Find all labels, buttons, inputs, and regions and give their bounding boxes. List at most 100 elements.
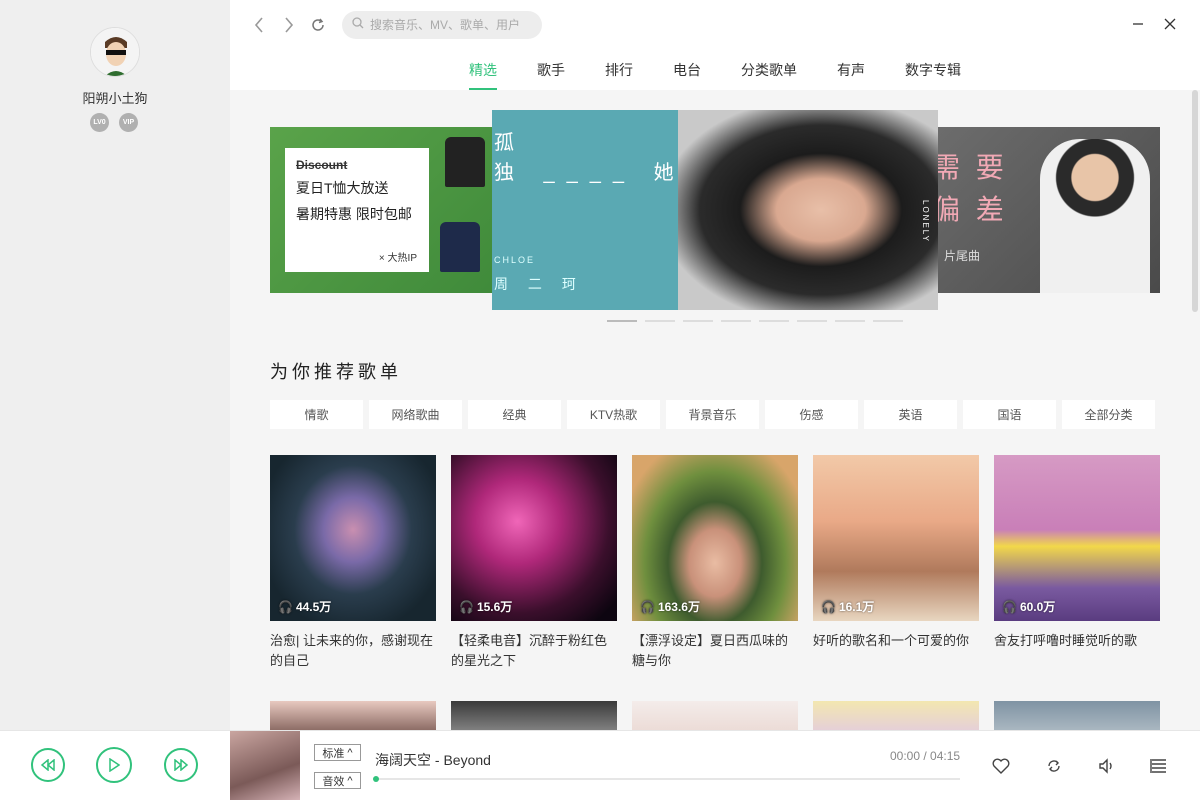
search-input[interactable] <box>370 18 530 32</box>
playlist-title[interactable]: 【漂浮设定】夏日西瓜味的糖与你 <box>632 631 798 671</box>
banner-center-photo <box>678 110 938 310</box>
playlist-cover[interactable]: 🎧 16.1万 <box>813 455 979 621</box>
playlist-cover[interactable] <box>813 701 979 730</box>
banner-center-artist: 周 二 珂 <box>494 276 584 292</box>
level-badge[interactable]: LV0 <box>90 113 109 132</box>
tab-charts[interactable]: 排行 <box>585 60 653 90</box>
carousel-dot[interactable] <box>607 320 637 322</box>
tab-singers[interactable]: 歌手 <box>517 60 585 90</box>
banner-card: Discount 夏日T恤大放送 暑期特惠 限时包邮 × 大热IP <box>285 148 429 272</box>
tab-featured[interactable]: 精选 <box>449 60 517 90</box>
play-count: 🎧 16.1万 <box>821 598 874 615</box>
playlist-cover[interactable] <box>270 701 436 730</box>
playlist-title[interactable]: 舍友打呼噜时睡觉听的歌 <box>994 631 1160 651</box>
playlist-grid-row-2 <box>270 701 1160 730</box>
category-mandarin[interactable]: 国语 <box>963 400 1056 429</box>
main-scrollbar[interactable] <box>1192 90 1198 312</box>
user-name[interactable]: 阳朔小土狗 <box>0 88 230 107</box>
banner-carousel[interactable]: Discount 夏日T恤大放送 暑期特惠 限时包邮 × 大热IP 需 要 偏 … <box>270 110 1160 322</box>
previous-icon <box>40 759 55 771</box>
play-count-value: 15.6万 <box>476 600 513 614</box>
song-time: 00:00 / 04:15 <box>890 749 961 763</box>
carousel-dot[interactable] <box>797 320 827 322</box>
player-bar: 标准 ^ 音效 ^ 海阔天空 - Beyond 00:00 / 04:15 <box>0 730 1200 800</box>
playlist-card[interactable]: 🎧 16.1万 好听的歌名和一个可爱的你 <box>813 455 979 671</box>
playlist-card[interactable]: 🎧 163.6万 【漂浮设定】夏日西瓜味的糖与你 <box>632 455 798 671</box>
headphones-icon: 🎧 <box>1002 599 1017 614</box>
playlist-cover[interactable]: 🎧 60.0万 <box>994 455 1160 621</box>
banner-right-title: 需 要 偏 差 <box>932 147 1008 231</box>
carousel-dot[interactable] <box>721 320 751 322</box>
user-avatar[interactable] <box>90 27 140 77</box>
carousel-dots <box>607 320 903 322</box>
playlist-title[interactable]: 【轻柔电音】沉醉于粉红色的星光之下 <box>451 631 617 671</box>
category-love-songs[interactable]: 情歌 <box>270 400 363 429</box>
play-count: 🎧 163.6万 <box>640 598 700 615</box>
playlist-title[interactable]: 治愈| 让未来的你，感谢现在的自己 <box>270 631 436 671</box>
progress-bar[interactable] <box>373 776 960 782</box>
quality-label: 标准 <box>322 747 345 760</box>
carousel-dot[interactable] <box>873 320 903 322</box>
category-internet-songs[interactable]: 网络歌曲 <box>369 400 462 429</box>
volume-icon[interactable] <box>1095 755 1117 777</box>
play-count: 🎧 60.0万 <box>1002 598 1055 615</box>
playlist-queue-icon[interactable] <box>1148 755 1170 777</box>
banner-right-title-1: 需 要 <box>932 152 1008 183</box>
quality-button[interactable]: 标准 ^ <box>314 744 361 761</box>
banner-right-title-2: 偏 差 <box>932 194 1008 225</box>
playlist-cover[interactable]: 🎧 15.6万 <box>451 455 617 621</box>
tab-categories[interactable]: 分类歌单 <box>721 60 817 90</box>
playlist-card[interactable]: 🎧 60.0万 舍友打呼噜时睡觉听的歌 <box>994 455 1160 671</box>
banner-slide-center[interactable]: 孤 独 ____ 她 呀 CHLOE 周 二 珂 LONELY <box>492 110 938 310</box>
minimize-icon[interactable] <box>1128 14 1148 34</box>
tab-radio[interactable]: 电台 <box>653 60 721 90</box>
playlist-title[interactable]: 好听的歌名和一个可爱的你 <box>813 631 979 651</box>
carousel-dot[interactable] <box>759 320 789 322</box>
back-icon[interactable] <box>248 14 270 36</box>
category-ktv[interactable]: KTV热歌 <box>567 400 660 429</box>
progress-handle[interactable] <box>373 776 379 782</box>
close-icon[interactable] <box>1160 14 1180 34</box>
next-button[interactable] <box>164 748 198 782</box>
headphones-icon: 🎧 <box>640 599 655 614</box>
carousel-dot[interactable] <box>645 320 675 322</box>
tab-audio[interactable]: 有声 <box>817 60 885 90</box>
section-title: 为你推荐歌单 <box>270 362 402 382</box>
category-sad[interactable]: 伤感 <box>765 400 858 429</box>
chevron-up-icon: ^ <box>347 774 353 787</box>
playlist-card[interactable]: 🎧 44.5万 治愈| 让未来的你，感谢现在的自己 <box>270 455 436 671</box>
playlist-cover[interactable] <box>994 701 1160 730</box>
favorite-icon[interactable] <box>990 755 1012 777</box>
category-english[interactable]: 英语 <box>864 400 957 429</box>
banner-right-sub: 》片尾曲 <box>932 249 981 263</box>
forward-icon[interactable] <box>278 14 300 36</box>
playlist-cover[interactable]: 🎧 44.5万 <box>270 455 436 621</box>
headphones-icon: 🎧 <box>278 599 293 614</box>
headphones-icon: 🎧 <box>459 599 474 614</box>
carousel-dot[interactable] <box>835 320 865 322</box>
banner-slide-tshirt[interactable]: Discount 夏日T恤大放送 暑期特惠 限时包邮 × 大热IP <box>270 127 500 293</box>
category-classic[interactable]: 经典 <box>468 400 561 429</box>
refresh-icon[interactable] <box>307 14 329 36</box>
category-all[interactable]: 全部分类 <box>1062 400 1155 429</box>
previous-button[interactable] <box>31 748 65 782</box>
repeat-icon[interactable] <box>1043 755 1065 777</box>
banner-line-2: 暑期特惠 限时包邮 <box>296 206 412 222</box>
play-count: 🎧 44.5万 <box>278 598 331 615</box>
play-button[interactable] <box>96 747 132 783</box>
playlist-cover[interactable] <box>632 701 798 730</box>
banner-slide-right[interactable]: 需 要 偏 差 》片尾曲 <box>930 127 1160 293</box>
playlist-card[interactable]: 🎧 15.6万 【轻柔电音】沉醉于粉红色的星光之下 <box>451 455 617 671</box>
song-title[interactable]: 海阔天空 - Beyond <box>375 750 491 770</box>
tab-digital-albums[interactable]: 数字专辑 <box>885 60 981 90</box>
effect-button[interactable]: 音效 ^ <box>314 772 361 789</box>
category-bgm[interactable]: 背景音乐 <box>666 400 759 429</box>
now-playing-cover[interactable] <box>230 731 300 800</box>
playlist-cover[interactable]: 🎧 163.6万 <box>632 455 798 621</box>
carousel-dot[interactable] <box>683 320 713 322</box>
vip-badge[interactable]: VIP <box>119 113 138 132</box>
playlist-cover[interactable] <box>451 701 617 730</box>
search-box[interactable] <box>342 11 542 39</box>
play-count-value: 163.6万 <box>657 600 700 614</box>
next-icon <box>174 759 189 771</box>
